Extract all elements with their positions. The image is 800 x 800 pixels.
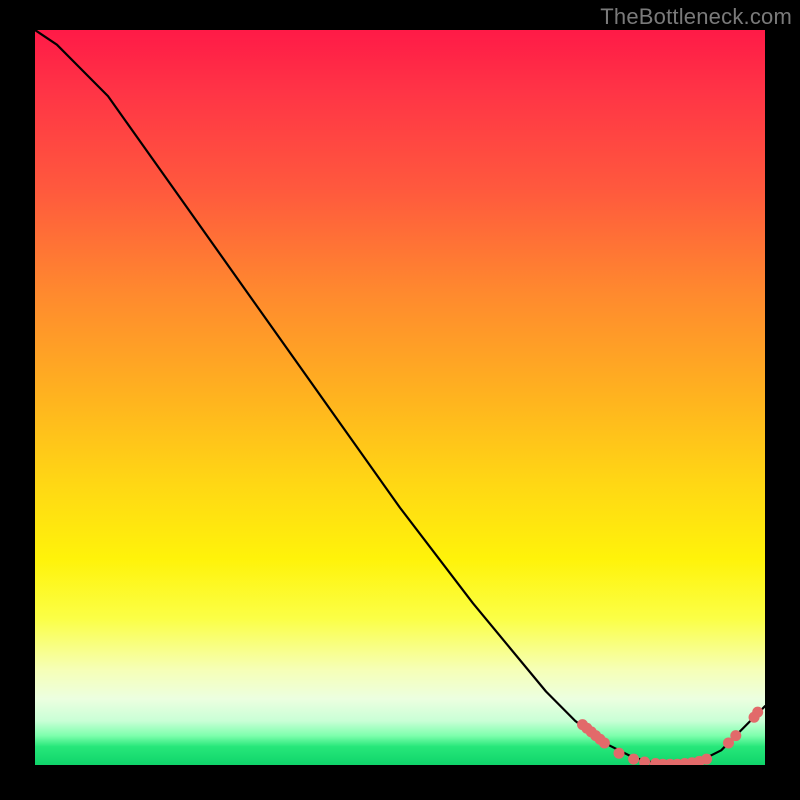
chart-marker — [599, 737, 610, 748]
chart-marker — [701, 754, 712, 765]
chart-curve — [35, 30, 765, 765]
chart-marker — [730, 730, 741, 741]
chart-container: TheBottleneck.com — [0, 0, 800, 800]
chart-svg — [35, 30, 765, 765]
chart-marker — [628, 754, 639, 765]
plot-area — [35, 30, 765, 765]
chart-marker — [614, 748, 625, 759]
chart-marker — [752, 707, 763, 718]
chart-marker — [639, 757, 650, 765]
watermark-text: TheBottleneck.com — [600, 4, 792, 30]
chart-markers — [577, 707, 763, 765]
